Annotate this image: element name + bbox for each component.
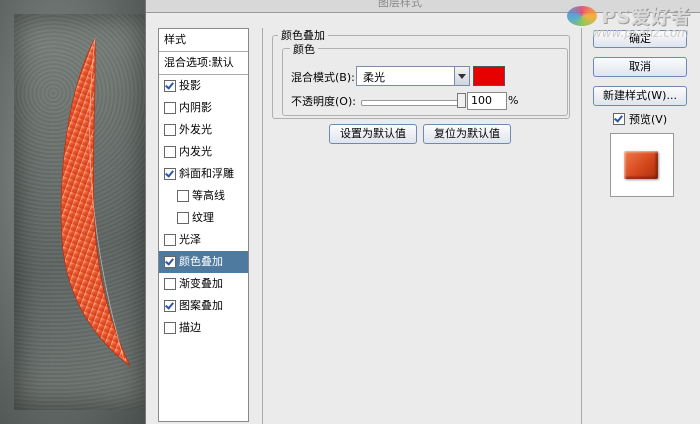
style-item[interactable]: 光泽 (159, 229, 248, 251)
preview-checkbox[interactable] (613, 113, 625, 125)
style-item-label: 渐变叠加 (179, 277, 223, 290)
style-item-checkbox[interactable] (164, 234, 176, 246)
opacity-unit: % (508, 94, 519, 107)
opacity-value: 100 (471, 94, 492, 107)
opacity-slider-track[interactable] (361, 100, 465, 106)
document-canvas (0, 0, 145, 424)
style-item-checkbox[interactable] (164, 256, 176, 268)
preview-thumbnail (610, 133, 674, 197)
style-item-label: 图案叠加 (179, 299, 223, 312)
style-item-label: 斜面和浮雕 (179, 167, 234, 180)
style-item[interactable]: 内发光 (159, 141, 248, 163)
watermark-url: www.psahz.com (591, 26, 689, 40)
blend-options-label: 混合选项:默认 (164, 56, 234, 69)
style-item[interactable]: 描边 (159, 317, 248, 339)
style-item-checkbox[interactable] (164, 278, 176, 290)
style-item[interactable]: 投影 (159, 75, 248, 97)
style-item[interactable]: 纹理 (159, 207, 248, 229)
style-item[interactable]: 外发光 (159, 119, 248, 141)
style-item-checkbox[interactable] (164, 322, 176, 334)
overlay-color-swatch[interactable] (473, 66, 505, 86)
style-item-label: 等高线 (192, 189, 225, 202)
style-item[interactable]: 颜色叠加 (159, 251, 248, 273)
opacity-input[interactable]: 100 (467, 92, 507, 110)
style-item[interactable]: 斜面和浮雕 (159, 163, 248, 185)
style-item-label: 内阴影 (179, 101, 212, 114)
style-item[interactable]: 图案叠加 (159, 295, 248, 317)
style-item-label: 纹理 (192, 211, 214, 224)
opacity-slider-thumb[interactable] (457, 93, 466, 108)
style-item-label: 内发光 (179, 145, 212, 158)
style-item-checkbox[interactable] (177, 190, 189, 202)
style-item-label: 投影 (179, 79, 201, 92)
blend-mode-label: 混合模式(B): (291, 71, 355, 84)
style-item-checkbox[interactable] (164, 124, 176, 136)
style-item-label: 颜色叠加 (179, 255, 223, 268)
style-item-checkbox[interactable] (164, 146, 176, 158)
watermark-text: PS爱好者 (601, 6, 691, 28)
window-title: 图层样式 (378, 0, 422, 9)
style-item[interactable]: 等高线 (159, 185, 248, 207)
style-item-label: 光泽 (179, 233, 201, 246)
blend-mode-value: 柔光 (363, 71, 385, 84)
style-item-checkbox[interactable] (177, 212, 189, 224)
style-item-label: 描边 (179, 321, 201, 334)
style-item-checkbox[interactable] (164, 80, 176, 92)
opacity-label: 不透明度(O): (291, 95, 356, 108)
preview-swatch (624, 151, 658, 179)
cancel-button[interactable]: 取消 (593, 57, 687, 77)
style-item-checkbox[interactable] (164, 102, 176, 114)
feather-artwork (60, 37, 131, 367)
preview-label: 预览(V) (629, 113, 668, 126)
set-default-button[interactable]: 设置为默认值 (329, 124, 417, 144)
watermark-logo-icon (567, 5, 598, 26)
preview-toggle[interactable]: 预览(V) (613, 111, 667, 127)
blend-mode-dropdown[interactable]: 柔光 (356, 66, 470, 86)
chevron-down-icon[interactable] (454, 67, 469, 85)
style-item-label: 外发光 (179, 123, 212, 136)
style-item-checkbox[interactable] (164, 168, 176, 180)
style-item[interactable]: 渐变叠加 (159, 273, 248, 295)
layer-style-dialog: 图层样式 样式 混合选项:默认 投影 内阴影 外发光 内发光 斜面和浮雕 等高线 纹理 光泽颜… (145, 0, 700, 424)
style-items: 投影内阴影外发光内发光斜面和浮雕等高线纹理光泽颜色叠加渐变叠加图案叠加描边 (159, 75, 248, 339)
style-list-header[interactable]: 样式 (159, 29, 248, 52)
blend-options-item[interactable]: 混合选项:默认 (159, 52, 248, 75)
reset-default-button[interactable]: 复位为默认值 (423, 124, 511, 144)
style-item[interactable]: 内阴影 (159, 97, 248, 119)
new-style-button[interactable]: 新建样式(W)... (593, 86, 687, 106)
watermark: PS爱好者 www.psahz.com (567, 2, 691, 40)
color-group-title: 颜色 (290, 41, 318, 57)
style-item-checkbox[interactable] (164, 300, 176, 312)
style-list: 样式 混合选项:默认 投影内阴影外发光内发光斜面和浮雕等高线纹理光泽颜色叠加渐变… (158, 28, 249, 422)
